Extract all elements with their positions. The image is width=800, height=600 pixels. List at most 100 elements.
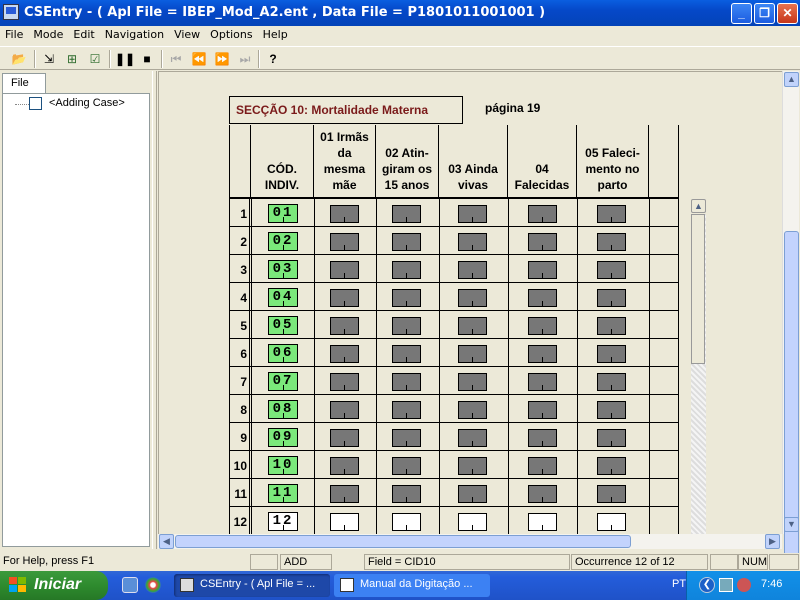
menu-view[interactable]: View <box>169 26 205 41</box>
entry-field-5[interactable] <box>597 233 626 251</box>
entry-field-5[interactable] <box>597 289 626 307</box>
entry-field-5[interactable] <box>597 373 626 391</box>
vertical-scroll-thumb[interactable] <box>784 231 799 559</box>
form-horizontal-scrollbar[interactable]: ◀ ▶ <box>158 534 782 549</box>
scroll-up-icon[interactable]: ▲ <box>784 72 799 87</box>
menu-edit[interactable]: Edit <box>68 26 99 41</box>
entry-field-3[interactable] <box>458 513 487 531</box>
start-button[interactable]: Iniciar <box>0 571 108 600</box>
roster-scroll-up-icon[interactable]: ▲ <box>691 199 706 213</box>
entry-field-5[interactable] <box>597 485 626 503</box>
entry-field-1[interactable] <box>330 289 359 307</box>
menu-help[interactable]: Help <box>258 26 293 41</box>
entry-field-3[interactable] <box>458 317 487 335</box>
title-bar[interactable]: CSEntry - ( Apl File = IBEP_Mod_A2.ent ,… <box>0 0 800 26</box>
case-tree[interactable]: <Adding Case> <box>2 93 150 547</box>
pause-icon[interactable]: ❚❚ <box>115 50 135 68</box>
entry-field-4[interactable] <box>528 289 557 307</box>
entry-field-4[interactable] <box>528 261 557 279</box>
entry-field-4[interactable] <box>528 345 557 363</box>
entry-field-2[interactable] <box>392 429 421 447</box>
scroll-down-icon[interactable]: ▼ <box>784 517 799 532</box>
scroll-right-icon[interactable]: ▶ <box>765 534 780 549</box>
entry-field-2[interactable] <box>392 345 421 363</box>
entry-field-1[interactable] <box>330 485 359 503</box>
menu-navigation[interactable]: Navigation <box>100 26 169 41</box>
entry-field-1[interactable] <box>330 513 359 531</box>
entry-field-5[interactable] <box>597 345 626 363</box>
entry-field-4[interactable] <box>528 457 557 475</box>
cod-indiv-field[interactable]: 10 <box>268 456 298 475</box>
adding-case-node[interactable]: <Adding Case> <box>49 97 125 109</box>
entry-field-2[interactable] <box>392 289 421 307</box>
cod-indiv-field[interactable]: 05 <box>268 316 298 335</box>
entry-field-1[interactable] <box>330 345 359 363</box>
first-case-icon[interactable]: ⏮ <box>167 50 185 68</box>
entry-field-3[interactable] <box>458 401 487 419</box>
entry-field-2[interactable] <box>392 373 421 391</box>
menu-options[interactable]: Options <box>205 26 257 41</box>
entry-field-1[interactable] <box>330 401 359 419</box>
entry-field-3[interactable] <box>458 233 487 251</box>
clock[interactable]: 7:46 <box>761 578 782 590</box>
entry-field-4[interactable] <box>528 373 557 391</box>
entry-field-5[interactable] <box>597 261 626 279</box>
entry-field-2[interactable] <box>392 261 421 279</box>
last-case-icon[interactable]: ⏭ <box>236 50 254 68</box>
cod-indiv-field[interactable]: 07 <box>268 372 298 391</box>
entry-field-3[interactable] <box>458 261 487 279</box>
entry-field-2[interactable] <box>392 401 421 419</box>
entry-field-2[interactable] <box>392 513 421 531</box>
cod-indiv-field[interactable]: 03 <box>268 260 298 279</box>
roster-scroll-thumb[interactable] <box>691 214 705 364</box>
stop-icon[interactable]: ■ <box>138 50 156 68</box>
cod-indiv-field[interactable]: 06 <box>268 344 298 363</box>
entry-field-1[interactable] <box>330 373 359 391</box>
entry-field-1[interactable] <box>330 233 359 251</box>
entry-field-3[interactable] <box>458 205 487 223</box>
entry-field-4[interactable] <box>528 317 557 335</box>
entry-field-5[interactable] <box>597 317 626 335</box>
cod-indiv-field[interactable]: 02 <box>268 232 298 251</box>
entry-field-3[interactable] <box>458 457 487 475</box>
entry-field-1[interactable] <box>330 429 359 447</box>
media-player-icon[interactable] <box>145 577 161 593</box>
tab-file[interactable]: File <box>2 73 46 93</box>
modify-mode-icon[interactable]: ⊞ <box>63 50 81 68</box>
cod-indiv-field[interactable]: 08 <box>268 400 298 419</box>
entry-field-1[interactable] <box>330 205 359 223</box>
close-button[interactable]: ✕ <box>777 3 798 24</box>
help-icon[interactable]: ? <box>264 50 282 68</box>
entry-field-1[interactable] <box>330 317 359 335</box>
entry-field-3[interactable] <box>458 429 487 447</box>
horizontal-scroll-thumb[interactable] <box>175 535 631 548</box>
show-desktop-icon[interactable] <box>122 577 138 593</box>
task-csentry[interactable]: CSEntry - ( Apl File = ... <box>174 574 330 597</box>
entry-field-3[interactable] <box>458 485 487 503</box>
entry-field-2[interactable] <box>392 233 421 251</box>
language-indicator[interactable]: PT <box>672 578 686 590</box>
verify-mode-icon[interactable]: ☑ <box>86 50 104 68</box>
entry-field-2[interactable] <box>392 205 421 223</box>
form-vertical-scrollbar[interactable]: ▲ ▼ <box>782 71 799 559</box>
minimize-button[interactable]: _ <box>731 3 752 24</box>
roster-scrollbar[interactable]: ▲ <box>691 199 706 534</box>
cod-indiv-field[interactable]: 12 <box>268 512 298 531</box>
entry-field-1[interactable] <box>330 261 359 279</box>
entry-field-4[interactable] <box>528 401 557 419</box>
entry-field-3[interactable] <box>458 373 487 391</box>
panel-splitter[interactable] <box>152 71 157 549</box>
next-case-icon[interactable]: ⏩ <box>213 50 231 68</box>
menu-file[interactable]: File <box>0 26 28 41</box>
entry-field-4[interactable] <box>528 429 557 447</box>
entry-field-2[interactable] <box>392 485 421 503</box>
entry-field-3[interactable] <box>458 289 487 307</box>
entry-field-5[interactable] <box>597 205 626 223</box>
cod-indiv-field[interactable]: 01 <box>268 204 298 223</box>
task-manual[interactable]: Manual da Digitação ... <box>334 574 490 597</box>
network-icon[interactable] <box>719 578 733 592</box>
scroll-left-icon[interactable]: ◀ <box>159 534 174 549</box>
entry-field-4[interactable] <box>528 205 557 223</box>
cod-indiv-field[interactable]: 09 <box>268 428 298 447</box>
entry-field-5[interactable] <box>597 457 626 475</box>
